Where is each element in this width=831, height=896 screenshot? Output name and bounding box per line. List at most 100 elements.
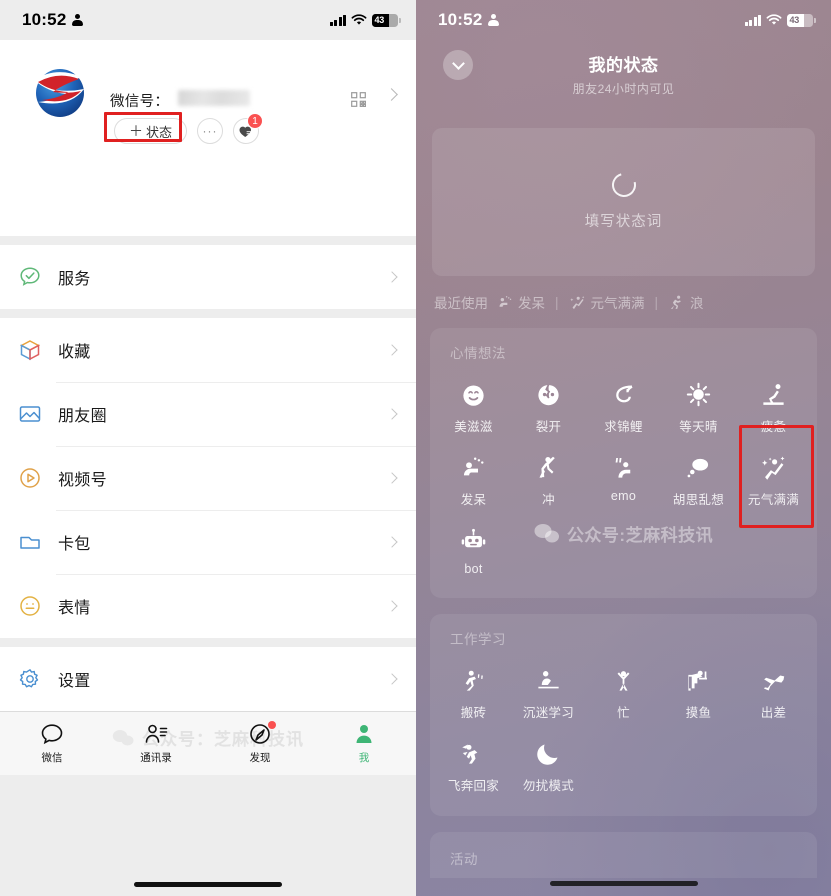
slacking-icon bbox=[685, 666, 713, 694]
sun-icon bbox=[685, 380, 713, 408]
menu-item-cards[interactable]: 卡包 bbox=[0, 510, 416, 574]
status-item-koi[interactable]: 求锦鲤 bbox=[586, 368, 661, 441]
status-label: 忙 bbox=[617, 706, 630, 720]
tab-label: 通讯录 bbox=[140, 752, 172, 764]
status-bar-time: 10:52 bbox=[438, 10, 483, 29]
tab-chat[interactable]: 微信 bbox=[0, 722, 104, 765]
status-grid: 美滋滋 裂开 求锦鲤 等天晴 疲惫 发呆 冲 emo 胡思乱想 元气满满 bot bbox=[436, 368, 814, 582]
menu-item-stickers[interactable]: 表情 bbox=[0, 574, 416, 638]
section-mood: 心情想法 美滋滋 裂开 求锦鲤 等天晴 疲惫 发呆 冲 emo 胡思乱想 元气满… bbox=[430, 328, 817, 598]
status-bar-left: 10:52 43 bbox=[0, 0, 416, 40]
status-label: 等天晴 bbox=[679, 420, 718, 434]
status-item-busy[interactable]: 忙 bbox=[586, 654, 661, 727]
status-item-energetic[interactable]: 元气满满 bbox=[736, 425, 814, 528]
profile-block[interactable]: 微信号： ＋ 状态 ··· 1 bbox=[0, 40, 416, 236]
battery-level: 43 bbox=[789, 15, 800, 25]
wechat-id-label: 微信号： bbox=[110, 94, 170, 110]
contacts-icon bbox=[143, 722, 169, 746]
status-item-daydream[interactable]: 胡思乱想 bbox=[661, 441, 736, 514]
status-item-do-not-disturb[interactable]: 勿扰模式 bbox=[511, 727, 586, 800]
tab-label: 发现 bbox=[249, 752, 271, 764]
menu-item-favorites[interactable]: 收藏 bbox=[0, 318, 416, 382]
energetic-icon bbox=[760, 453, 788, 481]
likes-button[interactable]: 1 bbox=[233, 113, 264, 144]
wifi-icon bbox=[766, 14, 782, 26]
add-status-button[interactable]: ＋ 状态 bbox=[114, 118, 188, 144]
divider: | bbox=[555, 294, 559, 310]
menu-item-settings[interactable]: 设置 bbox=[0, 647, 416, 711]
section-work: 工作学习 搬砖 沉迷学习 忙 摸鱼 出差 飞奔回家 勿扰模式 bbox=[430, 614, 817, 816]
menu-item-channels[interactable]: 视频号 bbox=[0, 446, 416, 510]
status-label: emo bbox=[610, 489, 637, 503]
chat-icon bbox=[39, 722, 65, 746]
status-item-liekai[interactable]: 裂开 bbox=[511, 368, 586, 441]
busy-icon bbox=[610, 666, 638, 694]
tab-me[interactable]: 我 bbox=[312, 722, 416, 765]
status-label: 摸鱼 bbox=[685, 706, 712, 720]
menu-group-settings: 设置 bbox=[0, 647, 416, 711]
me-icon bbox=[351, 722, 377, 746]
avatar[interactable] bbox=[26, 58, 94, 126]
status-item-studying[interactable]: 沉迷学习 bbox=[511, 654, 586, 727]
page-title: 我的状态 bbox=[588, 56, 659, 75]
thought-bubble-icon bbox=[685, 453, 713, 481]
recent-item-wander[interactable]: 浪 bbox=[668, 292, 704, 312]
status-item-running-home[interactable]: 飞奔回家 bbox=[436, 727, 511, 800]
menu-group-services: 服务 bbox=[0, 245, 416, 309]
koi-icon bbox=[610, 380, 638, 408]
more-button[interactable]: ··· bbox=[197, 118, 224, 144]
menu-item-service[interactable]: 服务 bbox=[0, 245, 416, 309]
favorites-icon bbox=[18, 338, 42, 362]
page-subtitle: 朋友24小时内可见 bbox=[572, 82, 675, 96]
tab-discover[interactable]: 发现 bbox=[208, 721, 312, 765]
status-bar-left-group: 10:52 bbox=[22, 10, 84, 30]
daze-icon bbox=[496, 294, 513, 311]
tab-label: 微信 bbox=[41, 752, 63, 764]
menu-group-main: 收藏 朋友圈 视频号 卡包 表情 bbox=[0, 318, 416, 638]
chevron-right-icon bbox=[386, 536, 398, 548]
add-status-label: 状态 bbox=[146, 124, 173, 140]
status-item-sunny[interactable]: 等天晴 bbox=[661, 368, 736, 441]
energetic-icon bbox=[569, 294, 586, 311]
running-home-icon bbox=[460, 739, 488, 767]
menu-item-moments[interactable]: 朋友圈 bbox=[0, 382, 416, 446]
cards-icon bbox=[18, 530, 42, 554]
tab-contacts[interactable]: 通讯录 bbox=[104, 722, 208, 765]
status-item-business-trip[interactable]: 出差 bbox=[736, 654, 811, 727]
group-divider bbox=[0, 236, 416, 245]
recent-item-daze[interactable]: 发呆 bbox=[496, 292, 545, 312]
status-item-charge[interactable]: 冲 bbox=[511, 441, 586, 514]
status-item-emo[interactable]: emo bbox=[586, 441, 661, 514]
status-label: 求锦鲤 bbox=[604, 420, 643, 434]
notification-dot bbox=[268, 721, 276, 729]
menu-label: 设置 bbox=[58, 673, 91, 690]
robot-icon bbox=[460, 526, 488, 554]
settings-icon bbox=[18, 667, 42, 691]
chevron-right-icon bbox=[386, 472, 398, 484]
status-text-card[interactable]: 填写状态词 bbox=[432, 128, 815, 276]
wechat-id-value-blurred bbox=[178, 90, 250, 106]
group-divider bbox=[0, 638, 416, 647]
tired-icon bbox=[760, 380, 788, 408]
daze-icon bbox=[460, 453, 488, 481]
qr-code-icon[interactable] bbox=[351, 92, 367, 108]
recent-label: 元气满满 bbox=[590, 296, 645, 311]
status-label: 元气满满 bbox=[747, 493, 800, 507]
status-label: 沉迷学习 bbox=[522, 706, 575, 720]
status-item-tired[interactable]: 疲惫 bbox=[736, 368, 811, 441]
menu-label: 卡包 bbox=[58, 536, 91, 553]
status-item-bot[interactable]: bot bbox=[436, 514, 511, 582]
status-label: 疲惫 bbox=[760, 420, 787, 434]
smile-icon bbox=[460, 380, 488, 408]
recent-item-energetic[interactable]: 元气满满 bbox=[569, 292, 645, 312]
chevron-down-icon[interactable] bbox=[443, 50, 473, 80]
battery-icon: 43 bbox=[372, 13, 401, 27]
status-label: 出差 bbox=[760, 706, 787, 720]
status-item-bricklaying[interactable]: 搬砖 bbox=[436, 654, 511, 727]
status-bar-time: 10:52 bbox=[22, 10, 67, 29]
my-status-screen: 10:52 43 我的状态 朋友24小时内可见 填写状态词 最近使用 发呆 | … bbox=[416, 0, 831, 896]
status-item-daze[interactable]: 发呆 bbox=[436, 441, 511, 514]
status-item-meizizi[interactable]: 美滋滋 bbox=[436, 368, 511, 441]
person-icon bbox=[72, 14, 84, 26]
status-item-slacking[interactable]: 摸鱼 bbox=[661, 654, 736, 727]
